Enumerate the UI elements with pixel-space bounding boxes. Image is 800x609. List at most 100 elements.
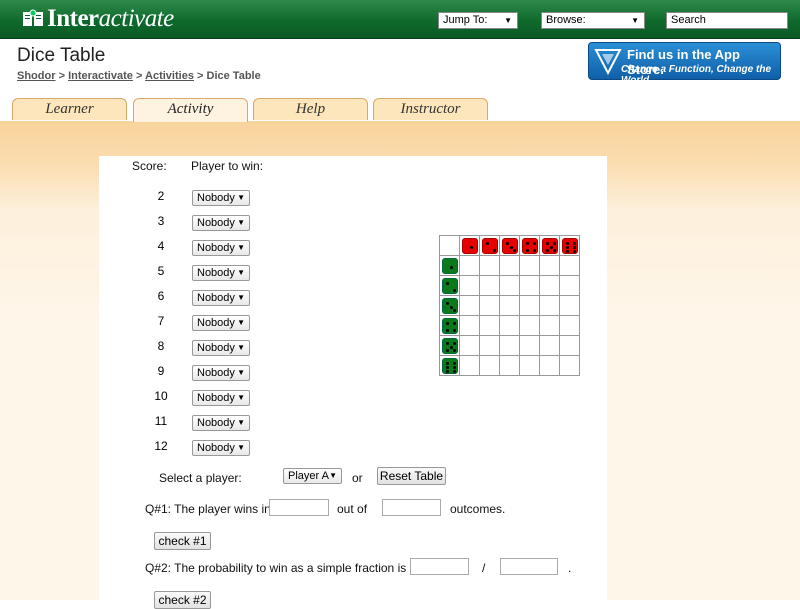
check-1-button[interactable]: check #1: [154, 532, 211, 550]
reset-table-button[interactable]: Reset Table: [377, 467, 446, 485]
outcome-cell[interactable]: [519, 275, 540, 296]
check-2-button[interactable]: check #2: [154, 591, 211, 609]
green-die-6-icon: [442, 358, 458, 374]
chevron-down-icon: ▼: [237, 293, 245, 302]
row-die-cell: [439, 275, 460, 296]
outcome-cell[interactable]: [539, 315, 560, 336]
outcome-cell[interactable]: [499, 355, 520, 376]
winner-select-value: Nobody: [197, 342, 235, 354]
interactivate-logo[interactable]: Interactivate: [22, 5, 174, 33]
browse-select[interactable]: Browse: ▼: [541, 12, 645, 29]
green-die-3-icon: [442, 298, 458, 314]
outcome-cell[interactable]: [499, 255, 520, 276]
red-die-4-icon: [522, 238, 538, 254]
outcome-cell[interactable]: [479, 255, 500, 276]
outcome-cell[interactable]: [539, 255, 560, 276]
outcome-cell[interactable]: [559, 335, 580, 356]
outcome-cell[interactable]: [459, 275, 480, 296]
app-store-banner[interactable]: Find us in the App Store. Change a Funct…: [588, 42, 781, 86]
outcome-cell[interactable]: [559, 355, 580, 376]
q2-suffix: .: [568, 561, 572, 575]
outcome-cell[interactable]: [499, 335, 520, 356]
outcome-cell[interactable]: [539, 355, 560, 376]
chevron-down-icon: ▼: [329, 471, 337, 480]
winner-select[interactable]: Nobody ▼: [192, 265, 250, 281]
red-die-5-icon: [542, 238, 558, 254]
winner-select[interactable]: Nobody ▼: [192, 240, 250, 256]
outcome-cell[interactable]: [499, 275, 520, 296]
outcome-cell[interactable]: [559, 255, 580, 276]
green-die-5-icon: [442, 338, 458, 354]
outcome-cell[interactable]: [519, 355, 540, 376]
outcome-cell[interactable]: [539, 295, 560, 316]
header-die-cell: [479, 235, 500, 256]
row-die-cell: [439, 315, 460, 336]
outcome-cell[interactable]: [459, 255, 480, 276]
jump-to-select[interactable]: Jump To: ▼: [438, 12, 518, 29]
outcome-cell[interactable]: [479, 355, 500, 376]
winner-select-value: Nobody: [197, 317, 235, 329]
breadcrumb-separator: >: [58, 70, 65, 82]
header-die-cell: [539, 235, 560, 256]
dice-table: [439, 235, 580, 376]
winner-select[interactable]: Nobody ▼: [192, 390, 250, 406]
winner-select[interactable]: Nobody ▼: [192, 315, 250, 331]
outcome-cell[interactable]: [519, 335, 540, 356]
score-value: 2: [157, 189, 165, 203]
winner-select[interactable]: Nobody ▼: [192, 440, 250, 456]
green-die-1-icon: [442, 258, 458, 274]
outcome-cell[interactable]: [539, 335, 560, 356]
outcome-cell[interactable]: [479, 315, 500, 336]
tab-instructor[interactable]: Instructor: [373, 98, 488, 120]
outcome-cell[interactable]: [479, 335, 500, 356]
chevron-down-icon: ▼: [237, 193, 245, 202]
player-select[interactable]: Player A ▼: [283, 468, 342, 484]
winner-select[interactable]: Nobody ▼: [192, 365, 250, 381]
chevron-down-icon: ▼: [237, 418, 245, 427]
row-die-cell: [439, 255, 460, 276]
winner-select[interactable]: Nobody ▼: [192, 415, 250, 431]
outcome-cell[interactable]: [539, 275, 560, 296]
green-die-2-icon: [442, 278, 458, 294]
score-value: 10: [154, 389, 168, 403]
outcome-cell[interactable]: [559, 295, 580, 316]
outcome-cell[interactable]: [479, 295, 500, 316]
outcome-cell[interactable]: [459, 355, 480, 376]
winner-select[interactable]: Nobody ▼: [192, 290, 250, 306]
chevron-down-icon: ▼: [237, 318, 245, 327]
q1-wins-input[interactable]: [269, 499, 329, 516]
outcome-cell[interactable]: [459, 295, 480, 316]
tab-learner[interactable]: Learner: [12, 98, 127, 120]
outcome-cell[interactable]: [559, 315, 580, 336]
breadcrumb-link-shodor[interactable]: Shodor: [17, 70, 56, 82]
outcome-cell[interactable]: [519, 295, 540, 316]
outcome-cell[interactable]: [519, 315, 540, 336]
q2-numerator-input[interactable]: [410, 558, 469, 575]
q2-denominator-input[interactable]: [500, 558, 558, 575]
outcome-cell[interactable]: [479, 275, 500, 296]
q1-prefix: Q#1: The player wins in: [145, 502, 271, 516]
outcome-cell[interactable]: [519, 255, 540, 276]
outcome-cell[interactable]: [559, 275, 580, 296]
score-value: 5: [157, 264, 165, 278]
search-input[interactable]: Search: [666, 12, 788, 29]
outcome-cell[interactable]: [459, 315, 480, 336]
tab-activity[interactable]: Activity: [133, 98, 248, 122]
breadcrumb-link-activities[interactable]: Activities: [145, 70, 194, 82]
outcome-cell[interactable]: [499, 315, 520, 336]
breadcrumb-link-interactivate[interactable]: Interactivate: [68, 70, 133, 82]
outcome-cell[interactable]: [499, 295, 520, 316]
outcome-cell[interactable]: [459, 335, 480, 356]
winner-select[interactable]: Nobody ▼: [192, 190, 250, 206]
winner-select-value: Nobody: [197, 242, 235, 254]
winner-select-value: Nobody: [197, 267, 235, 279]
tab-help[interactable]: Help: [253, 98, 368, 120]
winner-select[interactable]: Nobody ▼: [192, 215, 250, 231]
dice-row: [439, 335, 580, 356]
winner-select-value: Nobody: [197, 392, 235, 404]
chevron-down-icon: ▼: [237, 443, 245, 452]
winner-select[interactable]: Nobody ▼: [192, 340, 250, 356]
winner-select-value: Nobody: [197, 417, 235, 429]
chevron-down-icon: ▼: [237, 243, 245, 252]
q1-outcomes-input[interactable]: [382, 499, 441, 516]
